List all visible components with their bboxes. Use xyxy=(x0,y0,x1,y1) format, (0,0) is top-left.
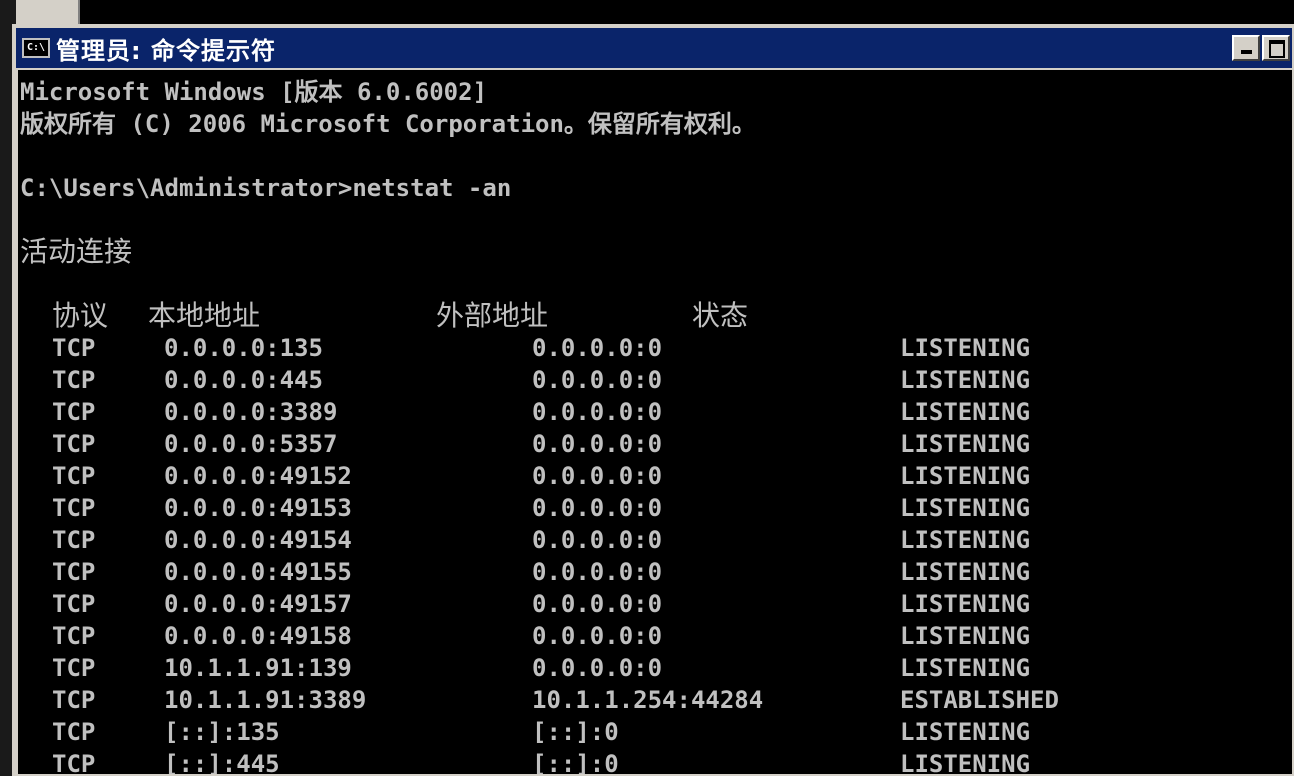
cell-local-address: 10.1.1.91:139 xyxy=(164,654,352,682)
cell-foreign-address: 0.0.0.0:0 xyxy=(532,398,663,426)
header-proto: 协议 xyxy=(52,299,109,332)
console-output[interactable]: Microsoft Windows [版本 6.0.6002] 版权所有 (C)… xyxy=(18,70,1292,774)
cell-state: LISTENING xyxy=(900,558,1031,586)
cell-state: LISTENING xyxy=(900,750,1031,774)
cell-foreign-address: 0.0.0.0:0 xyxy=(532,622,663,650)
cell-local-address: 0.0.0.0:445 xyxy=(164,366,323,394)
cell-foreign-address: 0.0.0.0:0 xyxy=(532,334,663,362)
section-title: 活动连接 xyxy=(20,235,133,268)
cell-proto: TCP xyxy=(52,654,96,682)
cell-foreign-address: 0.0.0.0:0 xyxy=(532,654,663,682)
cell-proto: TCP xyxy=(52,686,96,714)
cell-state: LISTENING xyxy=(900,526,1031,554)
console-icon[interactable]: C:\ xyxy=(22,38,50,58)
cell-state: LISTENING xyxy=(900,430,1031,458)
cell-foreign-address: 0.0.0.0:0 xyxy=(532,590,663,618)
cell-state: LISTENING xyxy=(900,494,1031,522)
cell-local-address: 0.0.0.0:49154 xyxy=(164,526,352,554)
cell-foreign-address: 0.0.0.0:0 xyxy=(532,366,663,394)
title-bar[interactable]: C:\ 管理员: 命令提示符 xyxy=(16,28,1292,68)
cell-state: LISTENING xyxy=(900,366,1031,394)
cell-proto: TCP xyxy=(52,622,96,650)
cell-local-address: [::]:135 xyxy=(164,718,280,746)
cell-proto: TCP xyxy=(52,494,96,522)
cell-state: LISTENING xyxy=(900,334,1031,362)
prompt-command: C:\Users\Administrator>netstat -an xyxy=(20,174,512,202)
header-local: 本地地址 xyxy=(148,299,261,332)
cell-local-address: 0.0.0.0:135 xyxy=(164,334,323,362)
cell-proto: TCP xyxy=(52,398,96,426)
cell-local-address: 0.0.0.0:49152 xyxy=(164,462,352,490)
cell-local-address: 0.0.0.0:49155 xyxy=(164,558,352,586)
cell-state: LISTENING xyxy=(900,462,1031,490)
cell-foreign-address: 0.0.0.0:0 xyxy=(532,526,663,554)
cell-state: LISTENING xyxy=(900,398,1031,426)
banner-version: Microsoft Windows [版本 6.0.6002] xyxy=(20,78,488,106)
cell-state: LISTENING xyxy=(900,718,1031,746)
header-foreign: 外部地址 xyxy=(436,299,549,332)
cell-local-address: 0.0.0.0:49157 xyxy=(164,590,352,618)
banner-copyright: 版权所有 (C) 2006 Microsoft Corporation。保留所有… xyxy=(20,110,756,138)
cell-proto: TCP xyxy=(52,558,96,586)
cell-state: LISTENING xyxy=(900,654,1031,682)
cell-state: LISTENING xyxy=(900,622,1031,650)
command-prompt-window: C:\ 管理员: 命令提示符 Microsoft Windows [版本 6.0… xyxy=(12,24,1294,776)
cell-local-address: 10.1.1.91:3389 xyxy=(164,686,367,714)
cell-foreign-address: 0.0.0.0:0 xyxy=(532,558,663,586)
window-controls xyxy=(1232,35,1290,61)
cell-foreign-address: 0.0.0.0:0 xyxy=(532,494,663,522)
cell-foreign-address: 0.0.0.0:0 xyxy=(532,462,663,490)
cell-foreign-address: 0.0.0.0:0 xyxy=(532,430,663,458)
cell-proto: TCP xyxy=(52,750,96,774)
desktop-background xyxy=(0,0,1294,26)
cell-proto: TCP xyxy=(52,366,96,394)
cell-proto: TCP xyxy=(52,590,96,618)
cell-proto: TCP xyxy=(52,718,96,746)
cell-proto: TCP xyxy=(52,334,96,362)
header-state: 状态 xyxy=(692,299,749,332)
minimize-button[interactable] xyxy=(1232,35,1260,61)
cell-proto: TCP xyxy=(52,430,96,458)
cell-foreign-address: [::]:0 xyxy=(532,750,619,774)
cell-proto: TCP xyxy=(52,526,96,554)
cell-local-address: 0.0.0.0:5357 xyxy=(164,430,338,458)
cell-state: ESTABLISHED xyxy=(900,686,1059,714)
cell-proto: TCP xyxy=(52,462,96,490)
cell-local-address: 0.0.0.0:49158 xyxy=(164,622,352,650)
window-title: 管理员: 命令提示符 xyxy=(56,36,276,65)
cell-foreign-address: [::]:0 xyxy=(532,718,619,746)
cell-state: LISTENING xyxy=(900,590,1031,618)
cell-local-address: [::]:445 xyxy=(164,750,280,774)
cell-local-address: 0.0.0.0:49153 xyxy=(164,494,352,522)
cell-local-address: 0.0.0.0:3389 xyxy=(164,398,338,426)
maximize-button[interactable] xyxy=(1262,35,1290,61)
cell-foreign-address: 10.1.1.254:44284 xyxy=(532,686,764,714)
